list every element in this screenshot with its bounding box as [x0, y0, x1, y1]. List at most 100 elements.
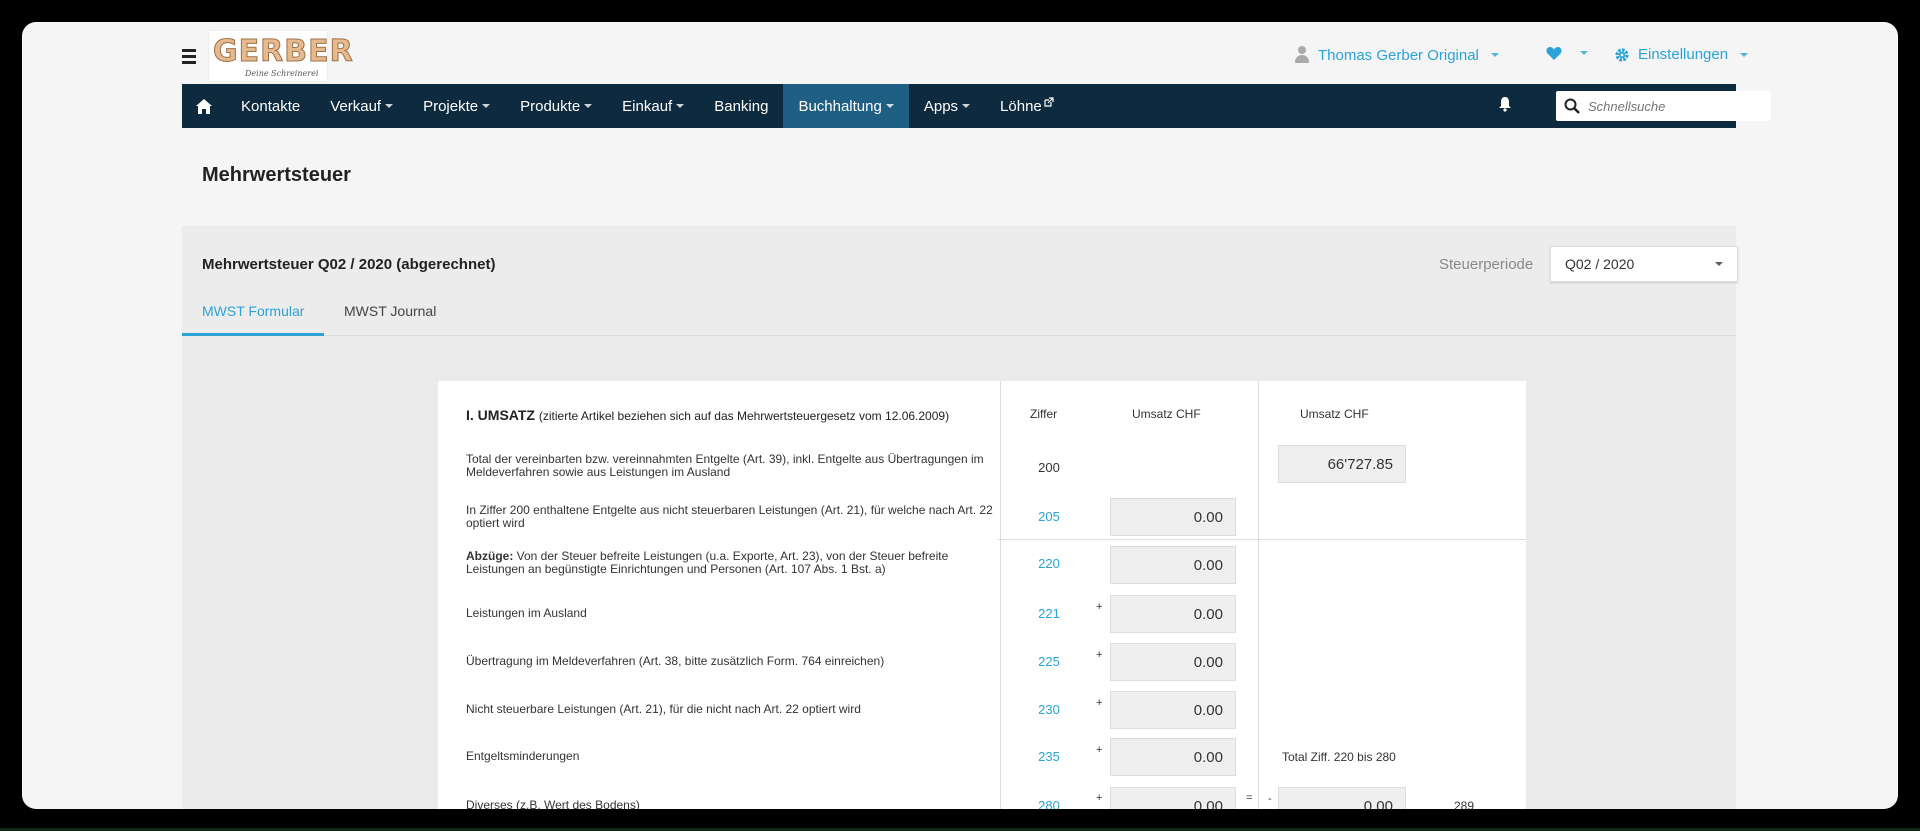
ziffer-link[interactable]: 235 — [1034, 749, 1064, 764]
nav-item-apps[interactable]: Apps — [909, 84, 985, 128]
panel-header: Mehrwertsteuer Q02 / 2020 (abgerechnet) … — [182, 226, 1738, 336]
period-label: Steuerperiode — [1439, 256, 1534, 273]
nav-label: Löhne — [1000, 97, 1042, 115]
nav-label: Verkauf — [330, 97, 382, 115]
ziffer-link[interactable]: 280 — [1034, 798, 1064, 809]
quick-search[interactable] — [1556, 91, 1771, 121]
ziffer-link[interactable]: 205 — [1034, 509, 1064, 524]
tab-bar: MWST Formular MWST Journal — [182, 294, 450, 336]
menu-icon[interactable] — [182, 46, 204, 67]
nav-item-loehne[interactable]: Löhne — [985, 84, 1069, 128]
row-description: In Ziffer 200 enthaltene Entgelte aus ni… — [466, 503, 993, 530]
row-description: Total der vereinbarten bzw. vereinnahmte… — [466, 452, 984, 479]
nav-item-buchhaltung[interactable]: Buchhaltung — [783, 84, 909, 128]
amount-field[interactable]: 0.00 — [1110, 498, 1236, 536]
ziffer-link[interactable]: 230 — [1034, 702, 1064, 717]
external-link-icon — [1044, 97, 1054, 107]
amount-field[interactable]: 0.00 — [1110, 546, 1236, 584]
ziffer-link[interactable]: 221 — [1034, 606, 1064, 621]
app-window: GERBER Deine Schreinerei Thomas Gerber O… — [22, 22, 1898, 809]
col-header-umsatz-total: Umsatz CHF — [1300, 407, 1369, 421]
chevron-down-icon — [385, 104, 394, 108]
plus-sign: + — [1096, 792, 1103, 804]
heart-icon — [1546, 47, 1562, 60]
section-heading: I. UMSATZ — [466, 407, 535, 423]
chevron-down-icon — [885, 104, 894, 108]
total-field[interactable]: 0.00 — [1278, 787, 1406, 809]
amount-field[interactable]: 0.00 — [1110, 787, 1236, 809]
chevron-down-icon — [1490, 53, 1499, 57]
amount-field[interactable]: 66'727.85 — [1278, 445, 1406, 483]
deductions-text: Von der Steuer befreite Leistungen (u.a.… — [466, 549, 949, 576]
notifications-button[interactable] — [1498, 96, 1512, 117]
col-header-ziffer: Ziffer — [1030, 407, 1058, 421]
plus-sign: + — [1096, 649, 1103, 661]
chevron-down-icon — [1740, 52, 1749, 57]
row-description: Entgeltsminderungen — [466, 749, 580, 763]
form-row-230: Nicht steuerbare Leistungen (Art. 21), f… — [438, 689, 1526, 733]
plus-sign: + — [1096, 601, 1103, 613]
tab-mwst-formular[interactable]: MWST Formular — [182, 294, 324, 336]
home-button[interactable] — [182, 84, 226, 128]
nav-item-produkte[interactable]: Produkte — [505, 84, 607, 128]
deductions-label: Abzüge: — [466, 549, 514, 563]
user-name: Thomas Gerber Original — [1318, 46, 1479, 64]
row-description: Leistungen im Ausland — [466, 606, 587, 620]
nav-label: Einkauf — [622, 97, 673, 115]
row-description: Abzüge: Von der Steuer befreite Leistung… — [466, 550, 996, 576]
amount-field[interactable]: 0.00 — [1110, 738, 1236, 776]
ziffer-link[interactable]: 220 — [1034, 556, 1064, 571]
chevron-down-icon — [1715, 262, 1723, 266]
logo-tagline: Deine Schreinerei — [245, 69, 319, 78]
form-row-200: Total der vereinbarten bzw. vereinnahmte… — [438, 445, 1526, 489]
home-icon — [196, 98, 212, 114]
col-header-umsatz: Umsatz CHF — [1132, 407, 1201, 421]
row-description: Übertragung im Meldeverfahren (Art. 38, … — [466, 654, 885, 668]
nav-label: Produkte — [520, 97, 581, 115]
ziffer-link[interactable]: 225 — [1034, 654, 1064, 669]
nav-item-einkauf[interactable]: Einkauf — [607, 84, 699, 128]
nav-label: Projekte — [423, 97, 479, 115]
panel-title: Mehrwertsteuer Q02 / 2020 (abgerechnet) — [202, 256, 496, 273]
tab-mwst-journal[interactable]: MWST Journal — [324, 294, 450, 336]
gear-icon — [1615, 47, 1629, 62]
nav-item-banking[interactable]: Banking — [699, 84, 783, 128]
amount-field[interactable]: 0.00 — [1110, 643, 1236, 681]
chevron-down-icon — [584, 104, 593, 108]
total-note: Total Ziff. 220 bis 280 — [1282, 750, 1396, 764]
chevron-down-icon — [482, 104, 491, 108]
nav-label: Apps — [923, 97, 959, 115]
plus-sign: + — [1096, 697, 1103, 709]
vat-form: I. UMSATZ (zitierte Artikel beziehen sic… — [438, 381, 1526, 809]
chevron-down-icon — [1580, 51, 1588, 55]
chevron-down-icon — [962, 104, 971, 108]
nav-item-kontakte[interactable]: Kontakte — [226, 84, 315, 128]
search-input[interactable] — [1588, 98, 1758, 114]
settings-menu[interactable]: Einstellungen — [1614, 46, 1749, 63]
logo-text: GERBER — [213, 34, 354, 70]
form-row-205: In Ziffer 200 enthaltene Entgelte aus ni… — [438, 496, 1526, 540]
nav-item-verkauf[interactable]: Verkauf — [315, 84, 408, 128]
row-ziffer-289: 289 — [1454, 799, 1475, 809]
user-menu[interactable]: Thomas Gerber Original — [1294, 46, 1499, 64]
period-select[interactable]: Q02 / 2020 — [1550, 246, 1738, 282]
company-logo[interactable]: GERBER Deine Schreinerei — [208, 30, 353, 82]
amount-field[interactable]: 0.00 — [1110, 595, 1236, 633]
row-ziffer: 200 — [1038, 460, 1060, 475]
form-row-221: Leistungen im Ausland 221 + 0.00 — [438, 593, 1526, 637]
search-icon — [1556, 98, 1588, 114]
period-value: Q02 / 2020 — [1565, 256, 1635, 272]
form-row-280: Diverses (z.B. Wert des Bodens) 280 + 0.… — [438, 784, 1526, 809]
page-title: Mehrwertsteuer — [202, 164, 351, 186]
nav-item-projekte[interactable]: Projekte — [408, 84, 505, 128]
plus-sign: + — [1096, 744, 1103, 756]
section-note: (zitierte Artikel beziehen sich auf das … — [538, 409, 950, 423]
form-row-235: Entgeltsminderungen 235 + 0.00 Total Zif… — [438, 736, 1526, 780]
amount-field[interactable]: 0.00 — [1110, 691, 1236, 729]
row-description: Nicht steuerbare Leistungen (Art. 21), f… — [466, 702, 861, 716]
nav-label: Kontakte — [241, 97, 301, 115]
bell-icon — [1499, 97, 1511, 112]
favorites-menu[interactable] — [1546, 46, 1588, 60]
nav-label: Buchhaltung — [798, 97, 882, 115]
row-description: Diverses (z.B. Wert des Bodens) — [466, 798, 640, 810]
